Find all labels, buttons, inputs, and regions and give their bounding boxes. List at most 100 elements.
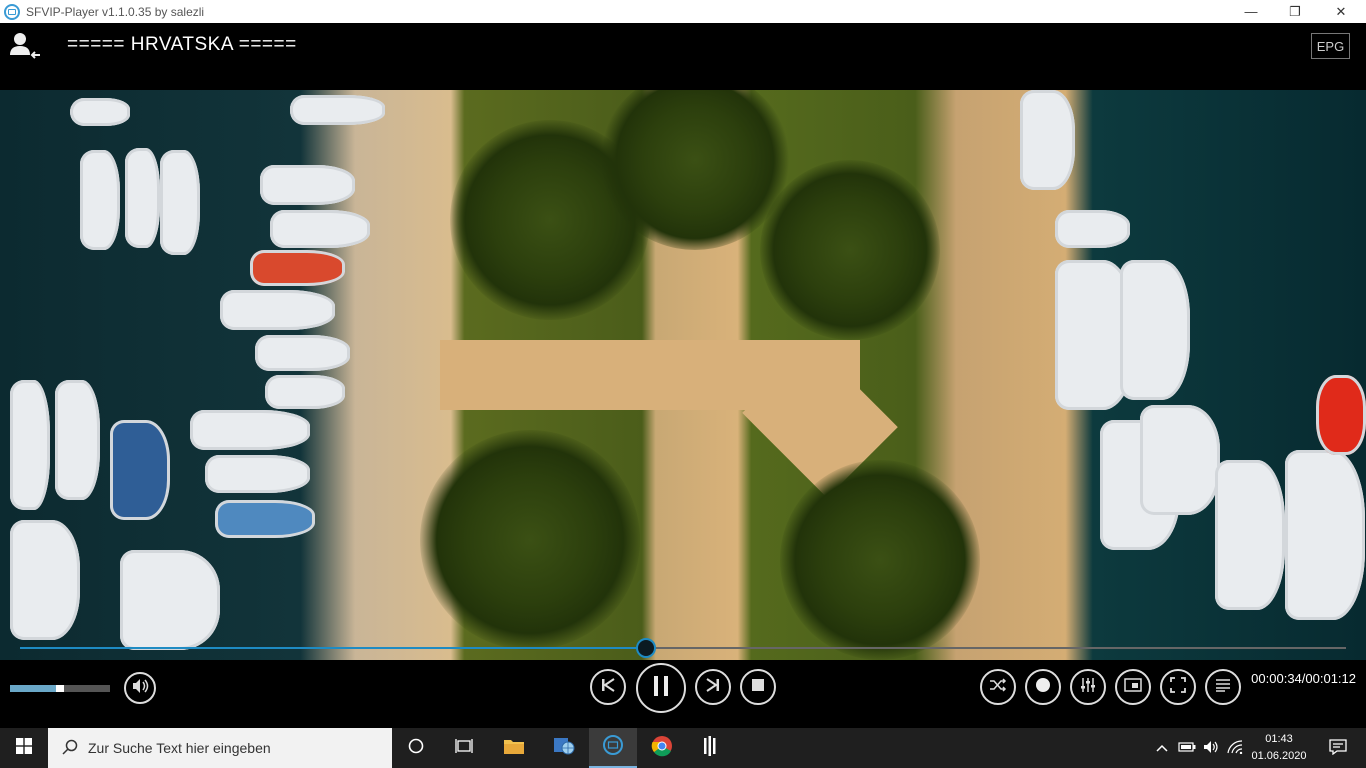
boat: [290, 95, 385, 125]
boat: [55, 380, 100, 500]
search-icon: [62, 739, 78, 758]
playlist-button[interactable]: [1205, 669, 1241, 705]
minimize-button[interactable]: —: [1228, 0, 1274, 23]
boat: [1285, 450, 1365, 620]
file-explorer-button[interactable]: [490, 728, 538, 768]
shuffle-icon: [989, 677, 1007, 697]
maximize-button[interactable]: ❐: [1272, 0, 1318, 23]
boat: [1215, 460, 1285, 610]
boat: [110, 420, 170, 520]
boat: [1120, 260, 1190, 400]
network-tray[interactable]: [1224, 728, 1246, 768]
equalizer-button[interactable]: [1070, 669, 1106, 705]
previous-button[interactable]: [590, 669, 626, 705]
volume-slider[interactable]: [10, 685, 110, 692]
boat: [205, 455, 310, 493]
tray-chevron[interactable]: [1152, 728, 1172, 768]
taskbar-clock[interactable]: 01:43 01.06.2020: [1244, 731, 1314, 765]
shuffle-button[interactable]: [980, 669, 1016, 705]
boat: [1140, 405, 1220, 515]
boat: [250, 250, 345, 286]
app-icon: [4, 3, 20, 20]
task-view-button[interactable]: [440, 728, 488, 768]
picture-in-picture-icon: [1124, 677, 1142, 697]
record-icon: [1036, 677, 1050, 697]
start-button[interactable]: [0, 728, 48, 768]
video-frame[interactable]: [0, 90, 1366, 660]
speaker-icon: [1203, 740, 1219, 757]
volume-level: [10, 685, 60, 692]
pip-button[interactable]: [1115, 669, 1151, 705]
app-button[interactable]: [686, 728, 734, 768]
chrome-icon: [651, 735, 673, 762]
previous-icon: [600, 677, 616, 698]
seek-progress: [20, 647, 646, 649]
boat: [265, 375, 345, 409]
next-button[interactable]: [695, 669, 731, 705]
record-button[interactable]: [1025, 669, 1061, 705]
close-button[interactable]: ✕: [1318, 0, 1364, 23]
boat: [80, 150, 120, 250]
pause-button[interactable]: [636, 663, 686, 713]
volume-tray[interactable]: [1200, 728, 1222, 768]
buoy: [1316, 375, 1366, 455]
chevron-up-icon: [1156, 741, 1168, 755]
windows-logo-icon: [16, 737, 32, 759]
menu-icon: [1215, 678, 1231, 697]
folder-icon: [503, 737, 525, 760]
clock-date: 01.06.2020: [1251, 750, 1307, 762]
windows-taskbar: Zur Suche Text hier eingeben 01:43 01.06…: [0, 728, 1366, 768]
equalizer-icon: [1080, 677, 1096, 698]
volume-icon: [131, 678, 149, 699]
boat: [10, 520, 80, 640]
search-placeholder: Zur Suche Text hier eingeben: [88, 740, 271, 756]
stop-icon: [752, 678, 764, 696]
seek-handle[interactable]: [635, 638, 656, 658]
notification-icon: [1329, 738, 1347, 758]
palm-tree: [760, 160, 940, 340]
battery-tray[interactable]: [1176, 728, 1198, 768]
cortana-icon: [408, 738, 424, 759]
epg-button[interactable]: EPG: [1311, 33, 1350, 59]
network-globe-icon: [553, 736, 575, 761]
channel-name: ===== HRVATSKA =====: [67, 34, 297, 55]
boat: [125, 148, 160, 248]
chrome-button[interactable]: [638, 728, 686, 768]
bars-app-icon: [702, 735, 718, 761]
boat: [270, 210, 370, 248]
boat: [1020, 90, 1075, 190]
sfvip-player-taskbar-item[interactable]: [589, 728, 637, 768]
boat: [260, 165, 355, 205]
boat: [160, 150, 200, 255]
battery-icon: [1178, 741, 1196, 755]
seek-bar[interactable]: [20, 638, 1346, 658]
pause-icon: [652, 675, 670, 702]
boat: [70, 98, 130, 126]
channel-header: ===== HRVATSKA ===== EPG: [0, 23, 1366, 90]
task-view-icon: [455, 738, 473, 759]
network-app-button[interactable]: [540, 728, 588, 768]
taskbar-search-box[interactable]: Zur Suche Text hier eingeben: [48, 728, 392, 768]
time-display: 00:00:34/00:01:12: [1251, 671, 1356, 686]
sfvip-player-icon: [602, 734, 624, 761]
palm-tree: [780, 460, 980, 660]
boat: [255, 335, 350, 371]
fullscreen-icon: [1170, 676, 1186, 698]
cortana-button[interactable]: [392, 728, 440, 768]
wifi-icon: [1227, 739, 1243, 757]
user-switch-icon[interactable]: [9, 31, 43, 61]
clock-time: 01:43: [1265, 733, 1293, 745]
next-icon: [705, 677, 721, 698]
boat: [10, 380, 50, 510]
fullscreen-button[interactable]: [1160, 669, 1196, 705]
window-titlebar: SFVIP-Player v1.1.0.35 by salezli — ❐ ✕: [0, 0, 1366, 23]
palm-tree: [420, 430, 640, 650]
action-center-button[interactable]: [1318, 728, 1358, 768]
boat: [190, 410, 310, 450]
boat: [215, 500, 315, 538]
stop-button[interactable]: [740, 669, 776, 705]
window-title: SFVIP-Player v1.1.0.35 by salezli: [26, 4, 205, 19]
boat: [1055, 210, 1130, 248]
mute-button[interactable]: [124, 672, 156, 704]
volume-handle[interactable]: [56, 685, 64, 692]
